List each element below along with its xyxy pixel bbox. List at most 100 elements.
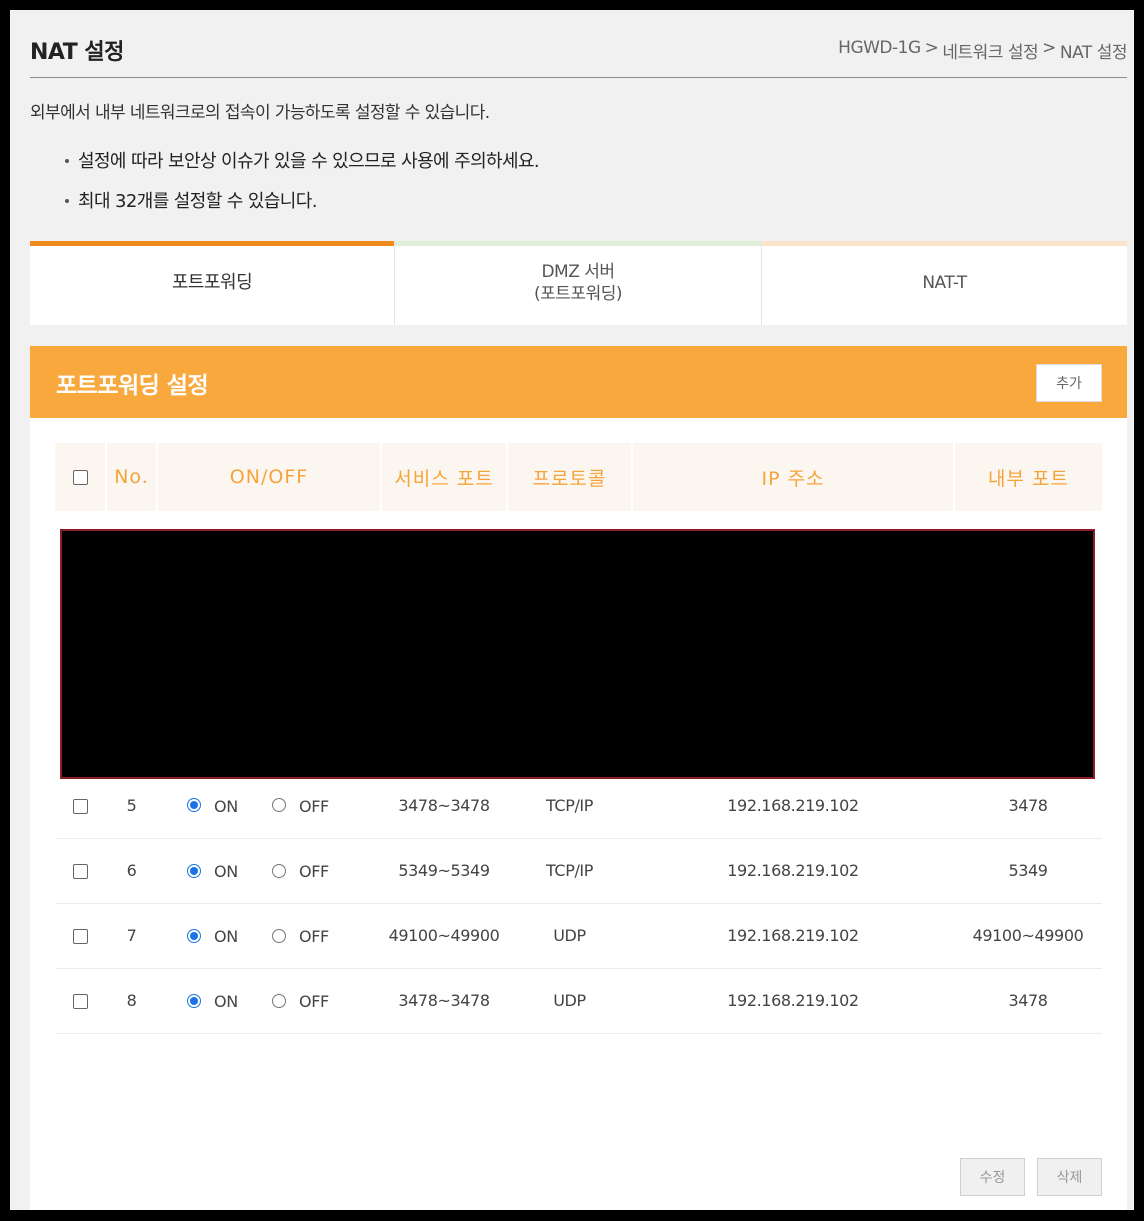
add-button[interactable]: 추가 xyxy=(1036,364,1102,402)
tab-label: NAT-T xyxy=(922,273,967,293)
off-radio[interactable] xyxy=(272,798,286,813)
row-select-cell xyxy=(55,838,106,904)
row-checkbox[interactable] xyxy=(73,929,88,944)
note-item: 최대 32개를 설정할 수 있습니다. xyxy=(62,187,539,227)
on-label: ON xyxy=(214,796,238,816)
onoff-radio-group: ON OFF xyxy=(157,990,381,1011)
row-onoff: ON OFF xyxy=(157,903,381,969)
on-label: ON xyxy=(214,992,238,1011)
tab-indicator xyxy=(30,241,394,246)
column-header-ip: IP 주소 xyxy=(632,443,955,511)
row-service-port: 3478~3478 xyxy=(381,773,507,839)
breadcrumb-separator: > xyxy=(1042,38,1056,58)
on-radio[interactable] xyxy=(187,993,201,1008)
page-header: NAT 설정 HGWD-1G > 네트워크 설정 > NAT 설정 xyxy=(30,30,1128,78)
redacted-block xyxy=(60,529,1095,779)
column-header-protocol: 프로토콜 xyxy=(507,443,633,511)
off-option[interactable]: OFF xyxy=(272,795,357,816)
row-onoff: ON OFF xyxy=(157,838,381,904)
row-select-cell xyxy=(55,773,106,839)
on-option[interactable]: ON xyxy=(187,795,272,816)
row-checkbox[interactable] xyxy=(73,994,88,1009)
on-radio[interactable] xyxy=(187,798,201,813)
select-all-checkbox[interactable] xyxy=(72,470,88,485)
row-protocol: TCP/IP xyxy=(507,773,632,839)
on-option[interactable]: ON xyxy=(187,990,272,1011)
tab-sublabel: (포트포워딩) xyxy=(534,284,622,304)
column-header-internal-port: 내부 포트 xyxy=(954,443,1102,511)
off-option[interactable]: OFF xyxy=(272,925,357,946)
breadcrumb: HGWD-1G > 네트워크 설정 > NAT 설정 xyxy=(838,38,1127,63)
row-protocol: UDP xyxy=(507,968,632,1034)
onoff-radio-group: ON OFF xyxy=(157,795,381,816)
tab-bar: 포트포워딩 DMZ 서버 (포트포워딩) NAT-T xyxy=(30,241,1127,325)
tab-indicator xyxy=(762,241,1127,246)
edit-button[interactable]: 수정 xyxy=(960,1158,1025,1196)
select-all-header xyxy=(55,443,107,511)
row-onoff: ON OFF xyxy=(157,968,381,1034)
on-option[interactable]: ON xyxy=(187,860,272,881)
column-header-no: No. xyxy=(106,443,158,511)
row-select-cell xyxy=(55,968,106,1034)
table-row: 8 ON OFF 3478~3478 UDP 192.168.219.102 3… xyxy=(55,968,1102,1034)
row-no: 7 xyxy=(106,903,157,969)
row-ip: 192.168.219.102 xyxy=(632,773,954,839)
row-onoff: ON OFF xyxy=(157,773,381,839)
row-service-port: 49100~49900 xyxy=(381,903,507,969)
off-radio[interactable] xyxy=(272,928,286,943)
row-protocol: TCP/IP xyxy=(507,838,632,904)
onoff-radio-group: ON OFF xyxy=(157,925,381,946)
onoff-radio-group: ON OFF xyxy=(157,860,381,881)
row-internal-port: 3478 xyxy=(954,773,1102,839)
breadcrumb-separator: > xyxy=(924,38,939,58)
off-radio[interactable] xyxy=(272,863,286,878)
table-header-row: No. ON/OFF 서비스 포트 프로토콜 IP 주소 내부 포트 xyxy=(55,443,1102,511)
breadcrumb-item-device[interactable]: HGWD-1G xyxy=(838,38,921,63)
breadcrumb-item-network[interactable]: 네트워크 설정 xyxy=(942,38,1038,63)
on-radio[interactable] xyxy=(187,863,201,878)
row-service-port: 3478~3478 xyxy=(381,968,507,1034)
row-ip: 192.168.219.102 xyxy=(632,838,954,904)
tab-dmz-server[interactable]: DMZ 서버 (포트포워딩) xyxy=(395,241,762,325)
row-internal-port: 3478 xyxy=(954,968,1102,1034)
off-label: OFF xyxy=(299,927,329,946)
column-header-onoff: ON/OFF xyxy=(157,443,382,511)
off-option[interactable]: OFF xyxy=(272,860,357,881)
off-radio[interactable] xyxy=(272,993,286,1008)
panel-body: No. ON/OFF 서비스 포트 프로토콜 IP 주소 내부 포트 5 ON xyxy=(30,418,1127,1210)
on-radio[interactable] xyxy=(187,928,201,943)
panel-header: 포트포워딩 설정 추가 xyxy=(30,346,1127,418)
page-description: 외부에서 내부 네트워크로의 접속이 가능하도록 설정할 수 있습니다. xyxy=(30,103,490,123)
off-label: OFF xyxy=(299,796,329,816)
row-no: 6 xyxy=(106,838,157,904)
row-select-cell xyxy=(55,903,106,969)
breadcrumb-item-nat[interactable]: NAT 설정 xyxy=(1060,38,1128,63)
table-row: 7 ON OFF 49100~49900 UDP 192.168.219.102… xyxy=(55,903,1102,969)
panel-title: 포트포워딩 설정 xyxy=(56,373,209,399)
row-ip: 192.168.219.102 xyxy=(632,903,954,969)
tab-indicator xyxy=(395,241,761,246)
note-item: 설정에 따라 보안상 이슈가 있을 수 있으므로 사용에 주의하세요. xyxy=(62,147,540,187)
row-protocol: UDP xyxy=(507,903,632,969)
tab-port-forwarding[interactable]: 포트포워딩 xyxy=(30,241,395,325)
off-option[interactable]: OFF xyxy=(272,990,357,1011)
on-label: ON xyxy=(214,862,238,881)
app-window: NAT 설정 HGWD-1G > 네트워크 설정 > NAT 설정 외부에서 내… xyxy=(10,10,1134,1210)
on-label: ON xyxy=(214,927,238,946)
notes-list: 설정에 따라 보안상 이슈가 있을 수 있으므로 사용에 주의하세요. 최대 3… xyxy=(62,147,540,227)
delete-button[interactable]: 삭제 xyxy=(1037,1158,1102,1196)
row-no: 8 xyxy=(106,968,157,1034)
tab-nat-t[interactable]: NAT-T xyxy=(762,241,1127,325)
off-label: OFF xyxy=(299,992,329,1011)
row-no: 5 xyxy=(106,773,157,839)
table-row: 6 ON OFF 5349~5349 TCP/IP 192.168.219.10… xyxy=(55,838,1102,904)
tab-label: DMZ 서버 xyxy=(541,262,615,282)
page-title: NAT 설정 xyxy=(30,40,124,65)
on-option[interactable]: ON xyxy=(187,925,272,946)
row-service-port: 5349~5349 xyxy=(381,838,507,904)
row-checkbox[interactable] xyxy=(73,798,88,814)
row-internal-port: 49100~49900 xyxy=(954,903,1102,969)
column-header-service-port: 서비스 포트 xyxy=(381,443,508,511)
row-internal-port: 5349 xyxy=(954,838,1102,904)
row-checkbox[interactable] xyxy=(73,864,88,879)
